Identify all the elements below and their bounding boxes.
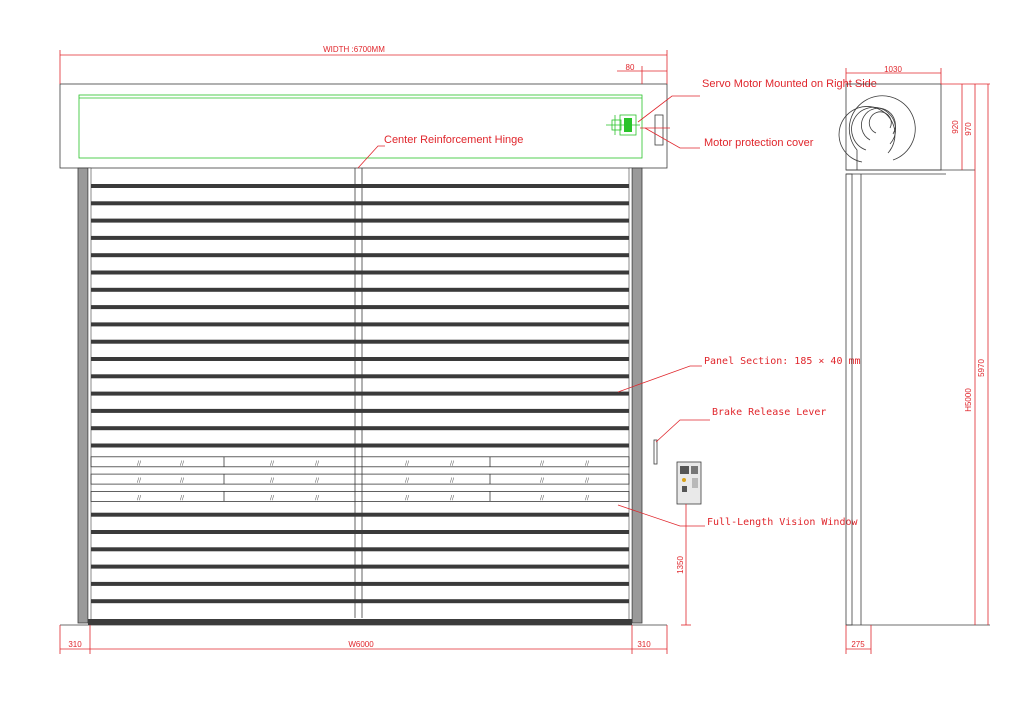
door-slat (91, 184, 629, 188)
svg-text://: // (585, 494, 590, 501)
hinge-label: Center Reinforcement Hinge (384, 134, 523, 146)
control-box (676, 461, 702, 505)
svg-text://: // (180, 460, 185, 467)
svg-text://: // (450, 494, 455, 501)
total-height-label: 5970 (977, 359, 986, 377)
door-slat (91, 426, 629, 431)
door-slat (91, 564, 629, 569)
door-slat (91, 547, 629, 552)
svg-text://: // (180, 494, 185, 501)
servo-motor (606, 114, 640, 136)
door-slat (91, 374, 629, 379)
svg-text://: // (270, 460, 275, 467)
right-guide-label: 310 (637, 640, 651, 649)
svg-text://: // (585, 477, 590, 484)
right-guide-rail (631, 167, 643, 624)
door-slat (91, 270, 629, 275)
side-dimensions: 1030 920 970 5970 H5000 275 (845, 65, 990, 654)
door-drawing: // // // // // // // // // // // // // // // // // // // //… (59, 45, 990, 654)
roller-housing (78, 94, 643, 159)
svg-text://: // (315, 477, 320, 484)
side-depth-label: 1030 (884, 65, 902, 74)
side-rail-label: 275 (851, 640, 865, 649)
brake-lever-label: Brake Release Lever (712, 407, 826, 418)
svg-text://: // (540, 494, 545, 501)
front-view: // // // // // // // // // // // // // // // // // // // //… (59, 83, 702, 626)
bottom-bar (88, 619, 632, 625)
svg-text://: // (450, 460, 455, 467)
opening-width-label: W6000 (348, 640, 374, 649)
door-slat (91, 408, 629, 413)
motor-cover-label: Motor protection cover (704, 137, 814, 149)
door-slat (91, 339, 629, 344)
door-slat (91, 287, 629, 292)
door-slat (91, 201, 629, 206)
door-slat (91, 235, 629, 240)
motor-offset-label: 80 (626, 63, 635, 72)
svg-text://: // (585, 460, 590, 467)
svg-text://: // (315, 460, 320, 467)
svg-text://: // (450, 477, 455, 484)
svg-text://: // (137, 477, 142, 484)
door-slat (91, 357, 629, 361)
overall-width-label: WIDTH :6700MM (323, 45, 385, 54)
header-box (59, 83, 668, 169)
vision-window-slat (90, 456, 630, 468)
door-slat (91, 599, 629, 604)
side-rail (845, 173, 853, 626)
box-height-970-label: 970 (964, 122, 973, 136)
opening-height-label: H5000 (964, 388, 973, 412)
svg-text://: // (180, 477, 185, 484)
svg-text://: // (405, 477, 410, 484)
front-dimensions: WIDTH :6700MM 80 310 W6000 310 1350 (59, 45, 691, 654)
motor-protection-cover (654, 114, 664, 146)
left-guide-rail (77, 167, 89, 624)
svg-text://: // (137, 494, 142, 501)
left-guide-label: 310 (68, 640, 82, 649)
panel-section-label: Panel Section: 185 × 40 mm (704, 356, 861, 367)
svg-text://: // (540, 460, 545, 467)
vision-window-slat (90, 473, 630, 485)
control-height-label: 1350 (676, 556, 685, 574)
side-header-box (845, 83, 942, 171)
door-slat (91, 305, 629, 310)
door-slat (91, 443, 629, 448)
vision-window-slat (90, 490, 630, 502)
svg-text://: // (270, 494, 275, 501)
svg-text://: // (405, 460, 410, 467)
svg-text://: // (540, 477, 545, 484)
door-slat (91, 253, 629, 258)
svg-text://: // (315, 494, 320, 501)
box-height-920-label: 920 (951, 120, 960, 134)
side-view (838, 83, 990, 626)
door-panels: // // // // // // // // // // // // // // // // // // // //… (90, 184, 630, 604)
svg-text://: // (137, 460, 142, 467)
door-slat (91, 581, 629, 586)
door-slat (91, 512, 629, 517)
door-slat (91, 530, 629, 534)
door-slat (91, 391, 629, 396)
svg-text://: // (405, 494, 410, 501)
door-slat (91, 322, 629, 327)
svg-text://: // (270, 477, 275, 484)
vision-window-label: Full-Length Vision Window (707, 517, 858, 528)
brake-release-lever (653, 439, 658, 465)
door-slat (91, 218, 629, 223)
